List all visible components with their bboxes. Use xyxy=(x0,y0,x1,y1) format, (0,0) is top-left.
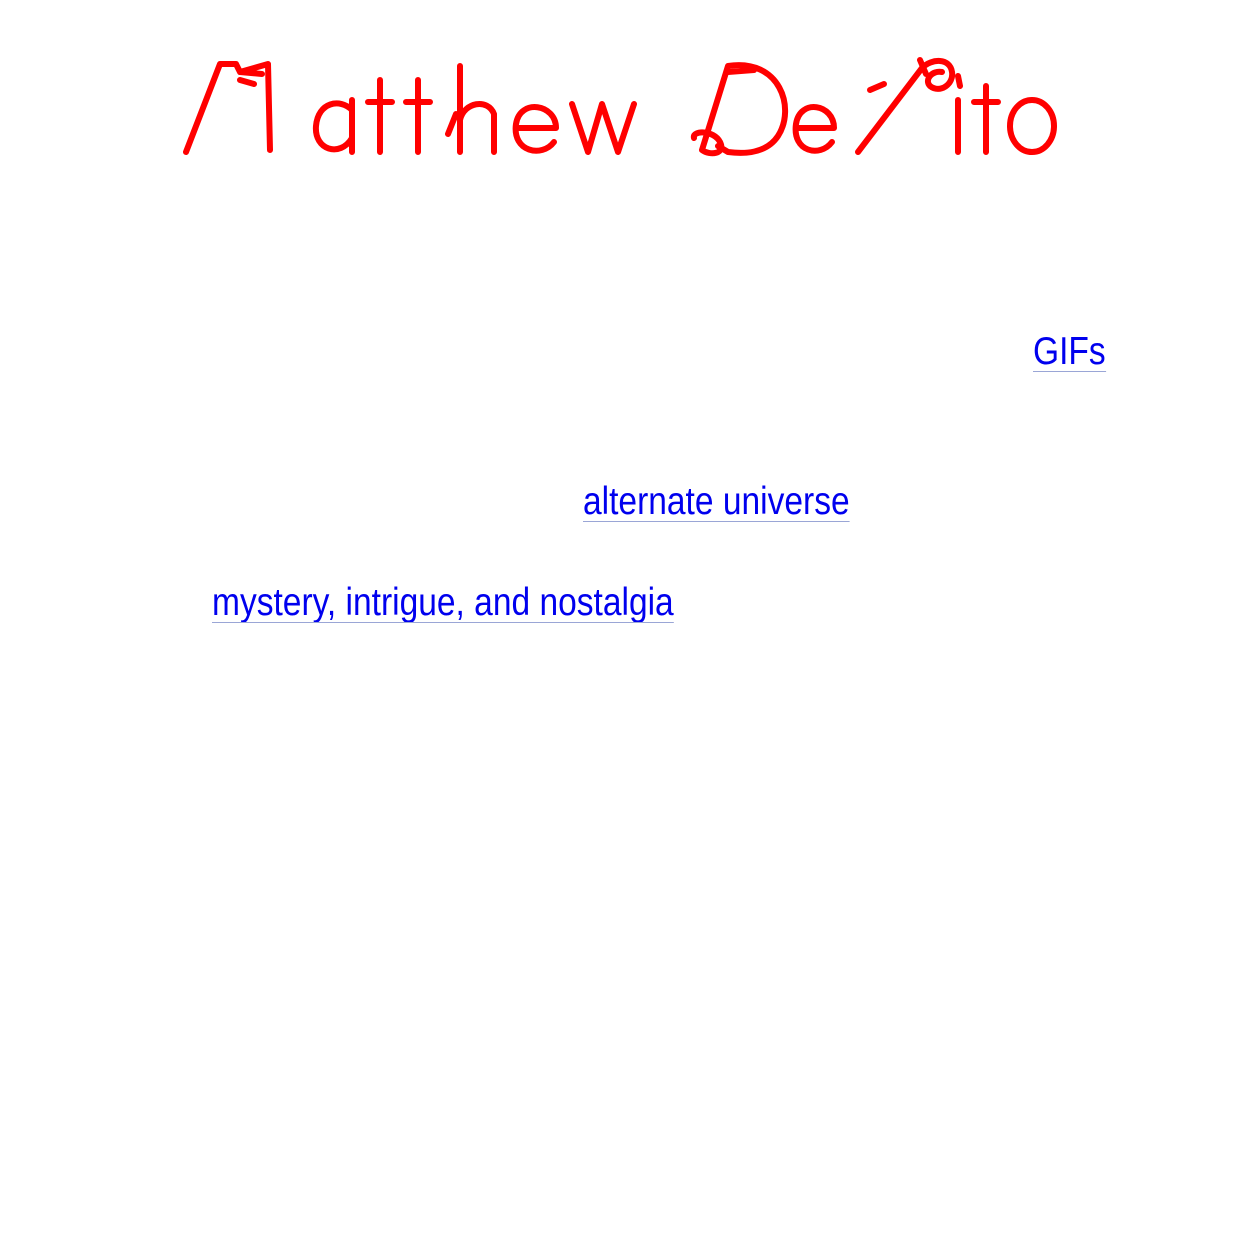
page: GIFs alternate universe mystery, intrigu… xyxy=(0,0,1250,1250)
gifs-link[interactable]: GIFs xyxy=(1033,330,1106,374)
alternate-universe-link[interactable]: alternate universe xyxy=(583,480,850,524)
mystery-intrigue-nostalgia-link[interactable]: mystery, intrigue, and nostalgia xyxy=(212,581,674,625)
site-logo[interactable] xyxy=(180,50,1070,165)
logo-signature-graphic xyxy=(183,57,1057,157)
